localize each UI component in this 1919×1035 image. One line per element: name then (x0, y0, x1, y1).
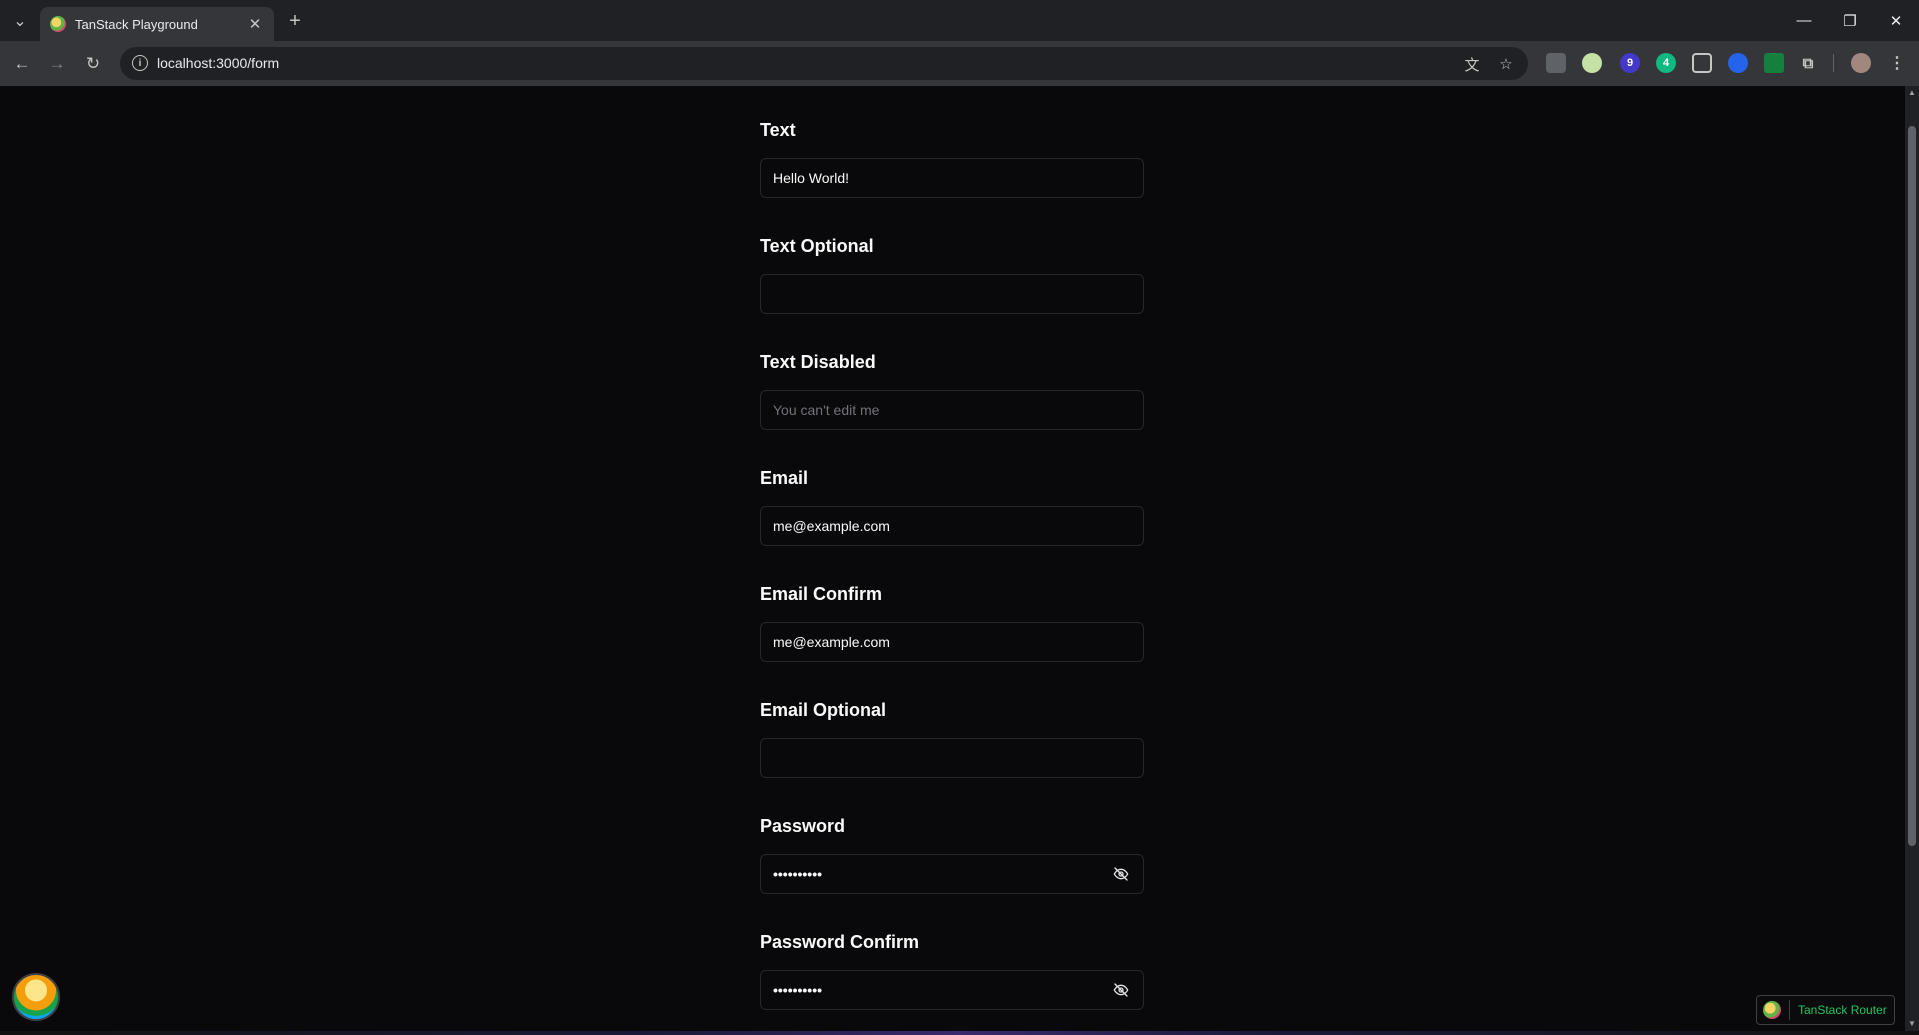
field-label: Text Disabled (760, 352, 876, 372)
new-tab-plus-icon[interactable]: + (283, 9, 307, 33)
tab-list-chevron-down-icon[interactable]: ⌄ (8, 9, 32, 33)
url-text[interactable]: localhost:3000/form (157, 55, 279, 71)
field-label: Email Optional (760, 700, 887, 720)
router-badge-label: TanStack Router (1798, 1003, 1887, 1017)
field-email-confirm: Email Confirm me@example.com (760, 584, 1144, 662)
extension-chat-icon[interactable]: 4 (1656, 53, 1676, 73)
page-scrollbar[interactable]: ▲ ▼ (1905, 86, 1919, 1031)
input-value: Hello World! (773, 170, 849, 186)
bookmark-star-icon[interactable]: ☆ (1496, 54, 1516, 74)
extension-badge-icon[interactable]: 9 (1620, 53, 1640, 73)
field-password-confirm: Password Confirm •••••••••• (760, 932, 1144, 1010)
minimize-icon[interactable]: — (1781, 0, 1827, 41)
bottom-gradient-strip (0, 1031, 1919, 1035)
tanstack-logo-icon (1763, 1001, 1781, 1019)
extension-leaf-icon[interactable] (1582, 53, 1602, 73)
eye-off-icon[interactable] (1111, 980, 1131, 1000)
text-optional-input[interactable] (760, 274, 1144, 314)
password-confirm-input[interactable]: •••••••••• (760, 970, 1144, 1010)
back-arrow-icon[interactable]: ← (9, 51, 35, 77)
email-optional-input[interactable] (760, 738, 1144, 778)
extension-tree-icon[interactable] (1764, 53, 1784, 73)
text-input[interactable]: Hello World! (760, 158, 1144, 198)
tab-close-icon[interactable]: ✕ (246, 15, 264, 33)
badge-divider (1789, 1000, 1790, 1020)
toolbar-divider (1833, 54, 1834, 72)
extensions-puzzle-icon[interactable]: ⧉ (1798, 53, 1818, 73)
field-text-optional: Text Optional (760, 236, 1144, 314)
extension-shield-icon[interactable] (1546, 53, 1566, 73)
field-label: Email Confirm (760, 584, 883, 604)
text-disabled-input: You can't edit me (760, 390, 1144, 430)
router-devtools-button[interactable]: TanStack Router (1756, 995, 1895, 1025)
field-label: Text (760, 120, 796, 140)
input-value: •••••••••• (773, 982, 823, 998)
email-confirm-input[interactable]: me@example.com (760, 622, 1144, 662)
scroll-down-icon[interactable]: ▼ (1908, 1019, 1916, 1028)
field-email-optional: Email Optional (760, 700, 1144, 778)
field-label: Text Optional (760, 236, 874, 256)
forward-arrow-icon[interactable]: → (44, 51, 70, 77)
field-text: Text Hello World! (760, 120, 1144, 198)
field-label: Email (760, 468, 809, 488)
field-label: Password (760, 816, 846, 836)
scroll-up-icon[interactable]: ▲ (1908, 88, 1916, 97)
eye-off-icon[interactable] (1111, 864, 1131, 884)
address-bar[interactable]: i localhost:3000/form 文 ☆ (120, 47, 1528, 80)
window-close-icon[interactable]: ✕ (1873, 0, 1919, 41)
browser-tab[interactable]: TanStack Playground ✕ (40, 7, 274, 41)
input-value: You can't edit me (773, 402, 880, 418)
query-devtools-logo-button[interactable] (12, 973, 60, 1021)
reload-icon[interactable]: ↻ (80, 51, 106, 77)
tab-favicon-icon (50, 16, 66, 32)
input-value: •••••••••• (773, 866, 823, 882)
tab-bar: ⌄ TanStack Playground ✕ + — ❐ ✕ (0, 0, 1919, 41)
input-value: me@example.com (773, 518, 890, 534)
password-input[interactable]: •••••••••• (760, 854, 1144, 894)
field-password: Password •••••••••• (760, 816, 1144, 894)
extension-swirl-icon[interactable] (1728, 53, 1748, 73)
tab-title: TanStack Playground (75, 16, 198, 32)
email-input[interactable]: me@example.com (760, 506, 1144, 546)
restore-icon[interactable]: ❐ (1827, 0, 1873, 41)
translate-icon[interactable]: 文 (1462, 54, 1482, 74)
field-label: Password Confirm (760, 932, 920, 952)
extension-glasses-icon[interactable] (1692, 53, 1712, 73)
field-email: Email me@example.com (760, 468, 1144, 546)
site-info-icon[interactable]: i (132, 55, 148, 71)
browser-menu-icon[interactable]: ⋮ (1887, 53, 1907, 73)
scrollbar-thumb[interactable] (1908, 126, 1916, 846)
profile-avatar[interactable] (1851, 53, 1871, 73)
field-text-disabled: Text Disabled You can't edit me (760, 352, 1144, 430)
input-value: me@example.com (773, 634, 890, 650)
